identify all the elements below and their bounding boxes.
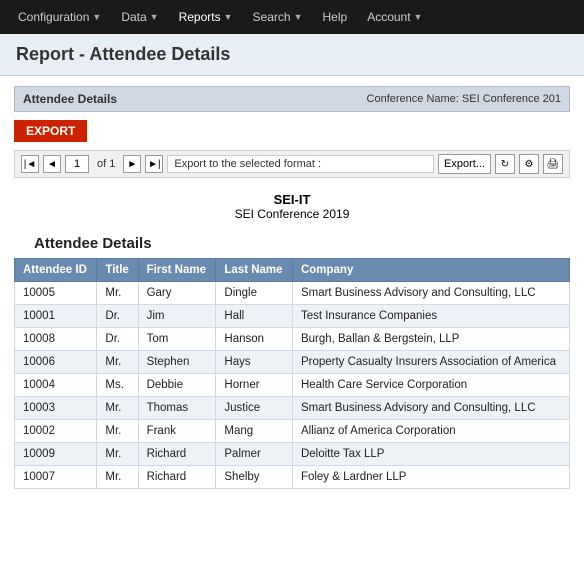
cell-title: Mr. — [97, 282, 138, 305]
cell-first: Debbie — [138, 374, 216, 397]
col-title: Title — [97, 259, 138, 282]
conf-name: SEI Conference 2019 — [14, 207, 570, 221]
cell-first: Gary — [138, 282, 216, 305]
print-button[interactable]: 🖨 — [543, 154, 563, 174]
panel-header: Attendee Details Conference Name: SEI Co… — [14, 86, 570, 112]
nav-data[interactable]: Data ▼ — [111, 4, 168, 30]
cell-first: Jim — [138, 305, 216, 328]
report-header: SEI-IT SEI Conference 2019 — [14, 192, 570, 221]
cell-company: Smart Business Advisory and Consulting, … — [292, 397, 569, 420]
cell-company: Health Care Service Corporation — [292, 374, 569, 397]
cell-id: 10004 — [15, 374, 97, 397]
table-row: 10006Mr.StephenHaysProperty Casualty Ins… — [15, 351, 570, 374]
chevron-down-icon: ▼ — [224, 12, 233, 22]
cell-company: Burgh, Ballan & Bergstein, LLP — [292, 328, 569, 351]
cell-id: 10002 — [15, 420, 97, 443]
attendee-table: Attendee ID Title First Name Last Name C… — [14, 258, 570, 489]
cell-first: Richard — [138, 443, 216, 466]
next-page-button[interactable]: ► — [123, 155, 141, 173]
cell-first: Tom — [138, 328, 216, 351]
table-row: 10004Ms.DebbieHornerHealth Care Service … — [15, 374, 570, 397]
table-row: 10009Mr.RichardPalmerDeloitte Tax LLP — [15, 443, 570, 466]
cell-company: Test Insurance Companies — [292, 305, 569, 328]
nav-help[interactable]: Help — [313, 4, 358, 30]
cell-id: 10007 — [15, 466, 97, 489]
nav-account[interactable]: Account ▼ — [357, 4, 432, 30]
cell-first: Stephen — [138, 351, 216, 374]
cell-id: 10006 — [15, 351, 97, 374]
nav-reports[interactable]: Reports ▼ — [169, 4, 243, 30]
page-input[interactable] — [65, 155, 89, 173]
cell-first: Frank — [138, 420, 216, 443]
table-row: 10007Mr.RichardShelbyFoley & Lardner LLP — [15, 466, 570, 489]
cell-company: Foley & Lardner LLP — [292, 466, 569, 489]
cell-last: Hays — [216, 351, 293, 374]
table-row: 10005Mr.GaryDingleSmart Business Advisor… — [15, 282, 570, 305]
cell-title: Dr. — [97, 305, 138, 328]
cell-last: Hanson — [216, 328, 293, 351]
cell-last: Dingle — [216, 282, 293, 305]
cell-last: Palmer — [216, 443, 293, 466]
cell-title: Mr. — [97, 443, 138, 466]
first-page-button[interactable]: |◄ — [21, 155, 39, 173]
refresh-button[interactable]: ↻ — [495, 154, 515, 174]
cell-title: Mr. — [97, 466, 138, 489]
cell-last: Mang — [216, 420, 293, 443]
page-of-text: of 1 — [93, 158, 119, 170]
export-button[interactable]: EXPORT — [14, 120, 87, 142]
section-title: Attendee Details — [34, 235, 570, 252]
cell-title: Mr. — [97, 420, 138, 443]
cell-title: Mr. — [97, 351, 138, 374]
navbar: Configuration ▼ Data ▼ Reports ▼ Search … — [0, 0, 584, 34]
chevron-down-icon: ▼ — [414, 12, 423, 22]
page-title: Report - Attendee Details — [16, 44, 568, 65]
cell-company: Deloitte Tax LLP — [292, 443, 569, 466]
table-header-row: Attendee ID Title First Name Last Name C… — [15, 259, 570, 282]
panel-title: Attendee Details — [23, 92, 117, 106]
cell-first: Thomas — [138, 397, 216, 420]
cell-last: Horner — [216, 374, 293, 397]
table-row: 10008Dr.TomHansonBurgh, Ballan & Bergste… — [15, 328, 570, 351]
format-select-area: Export to the selected format : — [167, 155, 434, 173]
table-row: 10003Mr.ThomasJusticeSmart Business Advi… — [15, 397, 570, 420]
cell-title: Dr. — [97, 328, 138, 351]
col-company: Company — [292, 259, 569, 282]
cell-company: Property Casualty Insurers Association o… — [292, 351, 569, 374]
cell-first: Richard — [138, 466, 216, 489]
export-action-button[interactable]: Export... — [438, 154, 491, 174]
cell-id: 10009 — [15, 443, 97, 466]
nav-search[interactable]: Search ▼ — [243, 4, 313, 30]
cell-last: Shelby — [216, 466, 293, 489]
cell-last: Justice — [216, 397, 293, 420]
settings-button[interactable]: ⚙ — [519, 154, 539, 174]
pagination-bar: |◄ ◄ of 1 ► ►| Export to the selected fo… — [14, 150, 570, 178]
chevron-down-icon: ▼ — [294, 12, 303, 22]
cell-id: 10008 — [15, 328, 97, 351]
cell-id: 10005 — [15, 282, 97, 305]
page-title-bar: Report - Attendee Details — [0, 34, 584, 76]
chevron-down-icon: ▼ — [92, 12, 101, 22]
cell-last: Hall — [216, 305, 293, 328]
content-area: Attendee Details Conference Name: SEI Co… — [0, 76, 584, 499]
col-attendee-id: Attendee ID — [15, 259, 97, 282]
cell-company: Allianz of America Corporation — [292, 420, 569, 443]
cell-company: Smart Business Advisory and Consulting, … — [292, 282, 569, 305]
chevron-down-icon: ▼ — [150, 12, 159, 22]
table-row: 10002Mr.FrankMangAllianz of America Corp… — [15, 420, 570, 443]
prev-page-button[interactable]: ◄ — [43, 155, 61, 173]
cell-id: 10001 — [15, 305, 97, 328]
col-first-name: First Name — [138, 259, 216, 282]
conference-name: Conference Name: SEI Conference 201 — [367, 93, 561, 105]
org-name: SEI-IT — [14, 192, 570, 207]
cell-title: Mr. — [97, 397, 138, 420]
cell-id: 10003 — [15, 397, 97, 420]
cell-title: Ms. — [97, 374, 138, 397]
col-last-name: Last Name — [216, 259, 293, 282]
table-row: 10001Dr.JimHallTest Insurance Companies — [15, 305, 570, 328]
nav-configuration[interactable]: Configuration ▼ — [8, 4, 111, 30]
last-page-button[interactable]: ►| — [145, 155, 163, 173]
